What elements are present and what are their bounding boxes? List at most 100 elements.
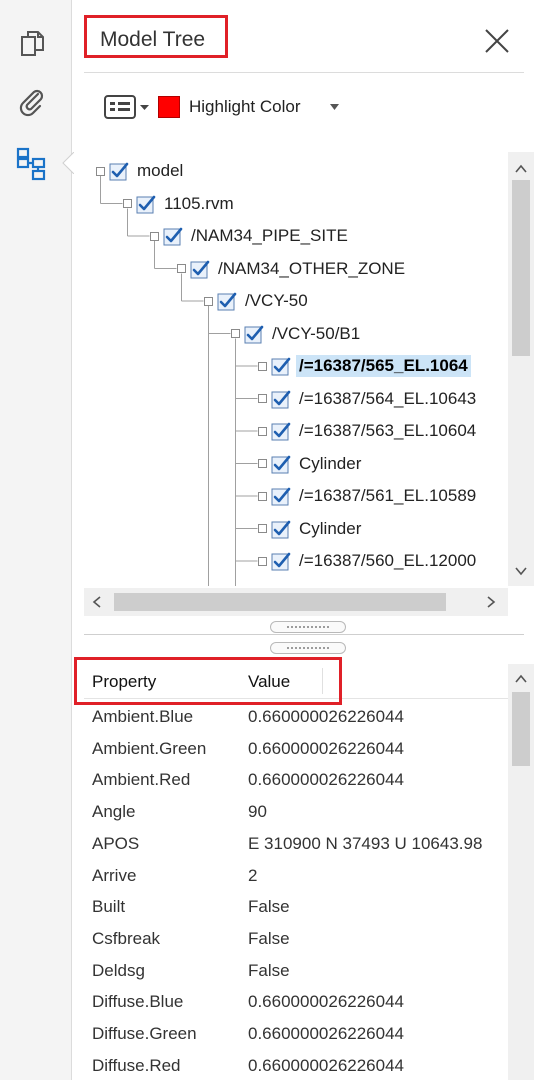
header-annotation-box bbox=[74, 657, 342, 705]
tree-node[interactable]: Cylinder bbox=[258, 451, 364, 477]
model-tree: model 1105.rvm/NAM34_PIPE_SITE/NAM34_OTHE… bbox=[84, 152, 508, 586]
tree-node[interactable]: /=16387/564_EL.10643 bbox=[258, 386, 479, 412]
scroll-up-icon[interactable] bbox=[514, 672, 528, 686]
property-value: False bbox=[248, 928, 290, 948]
visibility-checkbox-icon[interactable] bbox=[271, 454, 291, 474]
tree-horizontal-thumb[interactable] bbox=[114, 593, 446, 611]
property-row[interactable]: Angle 90 bbox=[84, 797, 508, 829]
property-row[interactable]: Diffuse.Red 0.660000026226044 bbox=[84, 1051, 508, 1083]
tree-node-label[interactable]: Cylinder bbox=[296, 518, 364, 540]
property-row[interactable]: Arrive 2 bbox=[84, 861, 508, 893]
property-row[interactable]: APOS E 310900 N 37493 U 10643.98 bbox=[84, 829, 508, 861]
property-row[interactable]: Ambient.Red 0.660000026226044 bbox=[84, 765, 508, 797]
highlight-color-swatch[interactable] bbox=[158, 96, 180, 118]
model-tree-icon[interactable] bbox=[14, 146, 50, 182]
tree-node[interactable]: /VCY-50/B1 bbox=[231, 321, 363, 347]
pages-icon[interactable] bbox=[14, 26, 50, 62]
scroll-right-icon[interactable] bbox=[484, 595, 498, 609]
property-value: 90 bbox=[248, 802, 267, 822]
expand-toggle-icon[interactable] bbox=[258, 459, 267, 468]
visibility-checkbox-icon[interactable] bbox=[271, 356, 291, 376]
visibility-checkbox-icon[interactable] bbox=[244, 324, 264, 344]
expand-toggle-icon[interactable] bbox=[204, 296, 213, 306]
property-row[interactable]: Deldsg False bbox=[84, 956, 508, 988]
tree-node-label[interactable]: /=16387/564_EL.10643 bbox=[296, 388, 479, 410]
property-value: 0.660000026226044 bbox=[248, 707, 404, 726]
visibility-checkbox-icon[interactable] bbox=[271, 421, 291, 441]
expand-toggle-icon[interactable] bbox=[150, 231, 159, 241]
tree-node-label[interactable]: Cylinder bbox=[296, 453, 364, 475]
properties-vertical-scrollbar[interactable] bbox=[508, 664, 534, 1080]
splitter-grip-top[interactable] bbox=[270, 621, 346, 633]
tree-node-label[interactable]: /NAM34_OTHER_ZONE bbox=[215, 258, 408, 280]
tree-node[interactable]: /=16387/560_EL.12000 bbox=[258, 548, 479, 574]
list-options-icon bbox=[104, 95, 149, 119]
navigation-rail bbox=[0, 0, 74, 1080]
property-name: Built bbox=[92, 897, 126, 917]
tree-node[interactable]: /VCY-50 bbox=[204, 288, 311, 314]
tree-node-label[interactable]: model bbox=[134, 160, 186, 182]
expand-toggle-icon[interactable] bbox=[258, 361, 267, 371]
property-row[interactable]: Diffuse.Green 0.660000026226044 bbox=[84, 1019, 508, 1051]
tree-node[interactable]: /NAM34_OTHER_ZONE bbox=[177, 256, 408, 282]
expand-toggle-icon[interactable] bbox=[258, 556, 267, 566]
visibility-checkbox-icon[interactable] bbox=[271, 551, 291, 571]
splitter-grip-bottom[interactable] bbox=[270, 642, 346, 654]
scroll-left-icon[interactable] bbox=[90, 595, 104, 609]
expand-toggle-icon[interactable] bbox=[231, 329, 240, 338]
expand-toggle-icon[interactable] bbox=[123, 199, 132, 208]
property-row[interactable]: Built False bbox=[84, 892, 508, 924]
visibility-checkbox-icon[interactable] bbox=[109, 161, 129, 181]
chevron-down-icon[interactable] bbox=[330, 104, 339, 110]
tree-node-label[interactable]: /VCY-50/B1 bbox=[269, 323, 363, 345]
visibility-checkbox-icon[interactable] bbox=[190, 259, 210, 279]
attachments-icon[interactable] bbox=[14, 84, 50, 120]
visibility-checkbox-icon[interactable] bbox=[271, 519, 291, 539]
tree-node-label[interactable]: /VCY-50 bbox=[242, 290, 311, 312]
property-value: 2 bbox=[248, 865, 258, 885]
property-name: APOS bbox=[92, 833, 140, 853]
visibility-checkbox-icon[interactable] bbox=[271, 389, 291, 409]
tree-node[interactable]: 1105.rvm bbox=[123, 191, 237, 217]
expand-toggle-icon[interactable] bbox=[96, 166, 105, 176]
tree-node[interactable]: Cylinder bbox=[258, 516, 364, 542]
scroll-down-icon[interactable] bbox=[514, 564, 528, 578]
property-value: 0.660000026226044 bbox=[248, 1024, 404, 1043]
tree-node[interactable]: /=16387/565_EL.1064 bbox=[258, 353, 471, 379]
scroll-up-icon[interactable] bbox=[514, 162, 528, 176]
visibility-checkbox-icon[interactable] bbox=[217, 291, 237, 311]
property-value: 0.660000026226044 bbox=[248, 992, 404, 1012]
expand-toggle-icon[interactable] bbox=[258, 491, 267, 501]
tree-vertical-thumb[interactable] bbox=[512, 180, 530, 356]
expand-toggle-icon[interactable] bbox=[258, 394, 267, 403]
tree-node-label[interactable]: /=16387/563_EL.10604 bbox=[296, 420, 479, 442]
tree-node-label[interactable]: /=16387/560_EL.12000 bbox=[296, 550, 479, 572]
tree-node-label[interactable]: 1105.rvm bbox=[161, 193, 237, 215]
tree-node-label[interactable]: /NAM34_PIPE_SITE bbox=[188, 225, 351, 247]
tree-node-label[interactable]: /=16387/565_EL.1064 bbox=[296, 355, 471, 377]
property-row[interactable]: Csfbreak False bbox=[84, 924, 508, 956]
expand-toggle-icon[interactable] bbox=[177, 264, 186, 273]
property-value: 0.660000026226044 bbox=[248, 1055, 404, 1075]
property-row[interactable]: Diffuse.Blue 0.660000026226044 bbox=[84, 987, 508, 1019]
properties-vertical-thumb[interactable] bbox=[512, 692, 530, 766]
close-icon[interactable] bbox=[482, 26, 512, 56]
tree-node[interactable]: model bbox=[96, 158, 186, 184]
visibility-checkbox-icon[interactable] bbox=[136, 194, 156, 214]
visibility-checkbox-icon[interactable] bbox=[163, 226, 183, 246]
expand-toggle-icon[interactable] bbox=[258, 524, 267, 533]
tree-node[interactable]: /NAM34_PIPE_SITE bbox=[150, 223, 351, 249]
property-row[interactable]: Ambient.Green 0.660000026226044 bbox=[84, 734, 508, 766]
property-value: 0.660000026226044 bbox=[248, 770, 404, 790]
tree-node[interactable]: /=16387/563_EL.10604 bbox=[258, 418, 479, 444]
visibility-checkbox-icon[interactable] bbox=[271, 486, 291, 506]
expand-toggle-icon[interactable] bbox=[258, 426, 267, 436]
tree-node-label[interactable]: /=16387/561_EL.10589 bbox=[296, 485, 479, 507]
property-value: 0.660000026226044 bbox=[248, 738, 404, 758]
tree-node[interactable]: /=16387/561_EL.10589 bbox=[258, 483, 479, 509]
highlight-color-label[interactable]: Highlight Color bbox=[189, 97, 301, 117]
options-menu-button[interactable] bbox=[104, 94, 152, 120]
property-row[interactable]: Ambient.Blue 0.660000026226044 bbox=[84, 702, 508, 734]
tree-vertical-scrollbar[interactable] bbox=[508, 152, 534, 586]
tree-horizontal-scrollbar[interactable] bbox=[84, 588, 508, 616]
